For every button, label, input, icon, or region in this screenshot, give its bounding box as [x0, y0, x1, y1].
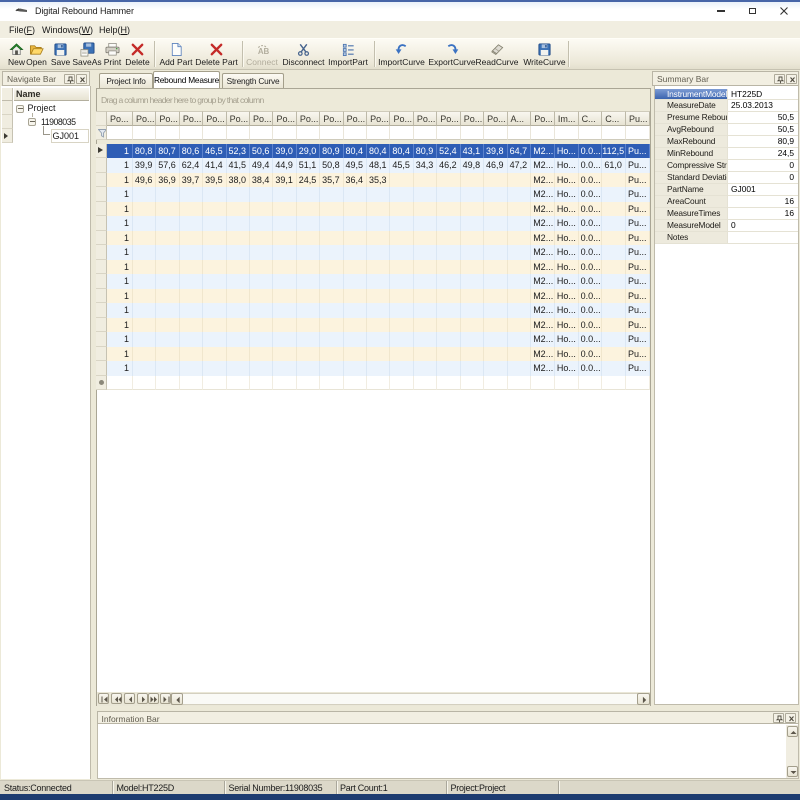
- svg-text:AB: AB: [257, 47, 269, 56]
